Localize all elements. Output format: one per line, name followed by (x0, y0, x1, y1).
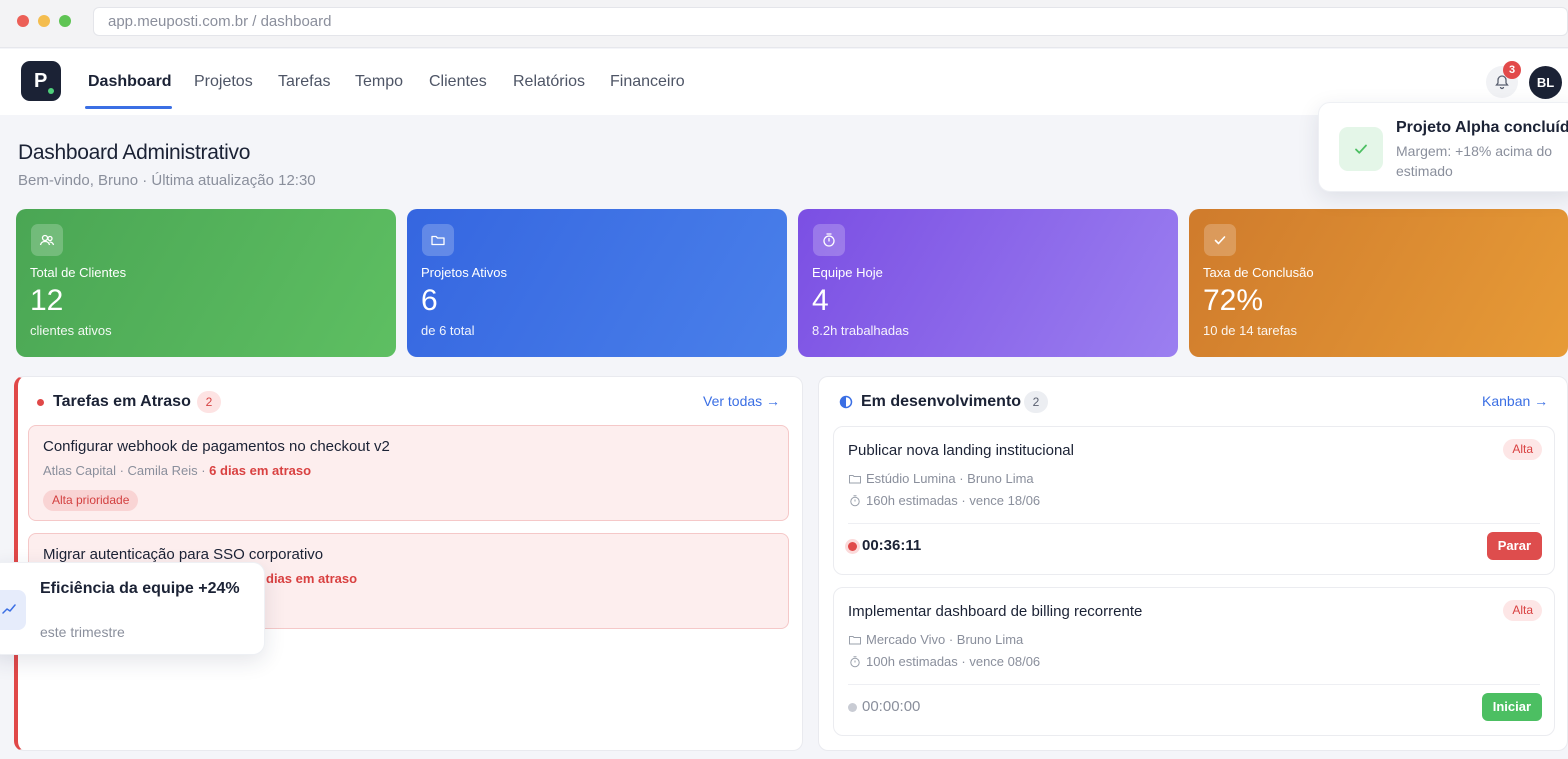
stat-label: Equipe Hoje (812, 265, 883, 280)
nav-tempo[interactable]: Tempo (355, 73, 403, 91)
folder-icon (422, 224, 454, 256)
stop-timer-button[interactable]: Parar (1486, 532, 1542, 560)
users-icon (31, 224, 63, 256)
stopwatch-icon (850, 495, 860, 507)
stat-footnote: clientes ativos (30, 323, 112, 338)
folder-icon (849, 475, 861, 484)
maximize-window-button[interactable] (59, 15, 71, 27)
nav-dashboard[interactable]: Dashboard (88, 73, 172, 91)
task-timer: 00:36:11 (862, 537, 922, 554)
task-meta: dias em atraso (266, 571, 357, 586)
divider (848, 684, 1540, 685)
check-icon (1339, 127, 1383, 171)
nav-projetos[interactable]: Projetos (194, 73, 253, 91)
nav-tarefas[interactable]: Tarefas (278, 73, 330, 91)
task-client: Estúdio Lumina · Bruno Lima (866, 471, 1034, 486)
page-title: Dashboard Administrativo (18, 141, 251, 164)
task-timer: 00:00:00 (862, 698, 921, 715)
toast-title: Projeto Alpha concluíd (1396, 119, 1568, 136)
minimize-window-button[interactable] (38, 15, 50, 27)
kanban-link[interactable]: Kanban → (1482, 393, 1548, 409)
view-all-link[interactable]: Ver todas → (703, 393, 780, 409)
task-client-assignee: Atlas Capital · Camila Reis · (43, 463, 210, 478)
task-title: Migrar autenticação para SSO corporativo (43, 546, 324, 563)
nav-financeiro[interactable]: Financeiro (610, 73, 685, 91)
logo-dot (48, 88, 54, 94)
overdue-days: 6 dias em atraso (209, 463, 312, 478)
panel-title: Tarefas em Atraso (53, 393, 191, 410)
stat-label: Total de Clientes (30, 265, 127, 280)
stat-card-clients[interactable]: Total de Clientes 12 clientes ativos (16, 209, 396, 357)
app-logo[interactable]: P (21, 61, 61, 101)
stat-value: 4 (812, 284, 829, 317)
start-timer-button[interactable]: Iniciar (1481, 693, 1542, 721)
task-client-line: Mercado Vivo · Bruno Lima (848, 632, 1023, 647)
efficiency-subtitle: este trimestre (40, 624, 125, 640)
stat-footnote: de 6 total (421, 323, 475, 338)
task-meta: Atlas Capital · Camila Reis · 6 dias em … (43, 463, 311, 478)
stat-footnote: 10 de 14 tarefas (1203, 323, 1297, 338)
success-toast[interactable]: Projeto Alpha concluíd Margem: +18% acim… (1318, 102, 1568, 192)
check-icon (1204, 224, 1236, 256)
divider (848, 523, 1540, 524)
overdue-count-badge: 2 (197, 391, 221, 413)
nav-clientes[interactable]: Clientes (429, 73, 487, 91)
task-title: Implementar dashboard de billing recorre… (848, 603, 1143, 620)
stat-label: Taxa de Conclusão (1203, 265, 1314, 280)
task-title: Configurar webhook de pagamentos no chec… (43, 438, 390, 455)
stat-label: Projetos Ativos (421, 265, 507, 280)
overdue-task-item[interactable]: Configurar webhook de pagamentos no chec… (28, 425, 789, 521)
page-subtitle: Bem-vindo, Bruno · Última atualização 12… (18, 172, 316, 189)
trend-up-icon (0, 590, 26, 630)
half-circle-icon (839, 395, 853, 409)
toast-subtitle: Margem: +18% acima do estimado (1396, 143, 1553, 179)
priority-badge: Alta (1503, 439, 1542, 460)
idle-dot-icon (848, 703, 857, 712)
active-tab-indicator (85, 106, 172, 109)
notification-count-badge: 3 (1503, 61, 1521, 79)
stat-value: 72% (1203, 284, 1264, 317)
stopwatch-icon (813, 224, 845, 256)
efficiency-title: Eficiência da equipe +24% (40, 580, 240, 597)
close-window-button[interactable] (17, 15, 29, 27)
folder-icon (849, 636, 861, 645)
stat-value: 6 (421, 284, 438, 317)
address-bar[interactable]: app.meuposti.com.br / dashboard (93, 7, 1568, 36)
efficiency-card: Eficiência da equipe +24% este trimestre (0, 562, 265, 655)
task-client-line: Estúdio Lumina · Bruno Lima (848, 471, 1034, 486)
overdue-days: dias em atraso (266, 571, 358, 586)
stopwatch-icon (850, 656, 860, 668)
recording-dot-icon (848, 542, 857, 551)
in-development-panel: Em desenvolvimento 2 Kanban → Publicar n… (818, 376, 1568, 751)
nav-relatorios[interactable]: Relatórios (513, 73, 585, 91)
task-card[interactable]: Implementar dashboard de billing recorre… (833, 587, 1555, 736)
priority-badge: Alta prioridade (43, 490, 139, 511)
dev-count-badge: 2 (1024, 391, 1048, 413)
stat-card-team[interactable]: Equipe Hoje 4 8.2h trabalhadas (798, 209, 1178, 357)
task-estimate-line: 160h estimadas · vence 18/06 (848, 493, 1040, 508)
browser-chrome: app.meuposti.com.br / dashboard (0, 0, 1568, 48)
task-card[interactable]: Publicar nova landing institucional Alta… (833, 426, 1555, 575)
priority-badge: Alta (1503, 600, 1542, 621)
panel-title: Em desenvolvimento (861, 393, 1022, 410)
alert-dot-icon (37, 399, 44, 406)
logo-letter: P (34, 70, 48, 92)
stat-card-projects[interactable]: Projetos Ativos 6 de 6 total (407, 209, 787, 357)
task-client: Mercado Vivo · Bruno Lima (866, 632, 1024, 647)
task-estimate: 160h estimadas · vence 18/06 (866, 493, 1041, 508)
user-avatar[interactable]: BL (1529, 66, 1562, 99)
task-title: Publicar nova landing institucional (848, 442, 1074, 459)
stat-card-completion[interactable]: Taxa de Conclusão 72% 10 de 14 tarefas (1189, 209, 1568, 357)
stat-footnote: 8.2h trabalhadas (812, 323, 909, 338)
stat-value: 12 (30, 284, 64, 317)
task-estimate-line: 100h estimadas · vence 08/06 (848, 654, 1040, 669)
task-estimate: 100h estimadas · vence 08/06 (866, 654, 1041, 669)
